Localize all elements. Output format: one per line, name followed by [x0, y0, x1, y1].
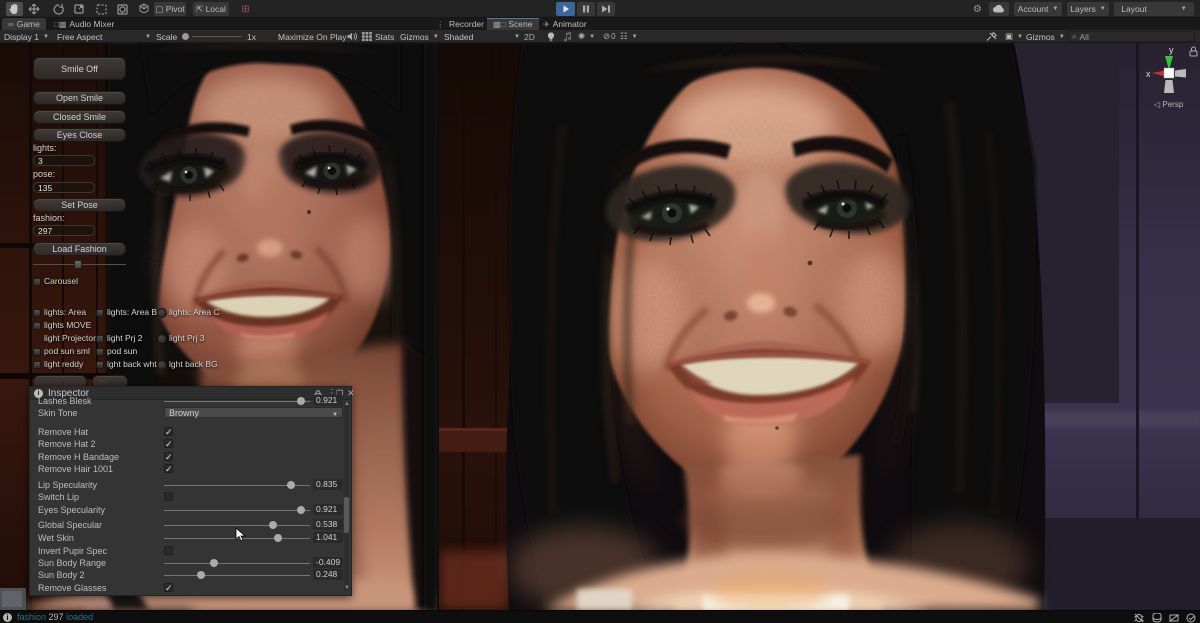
svg-text:y: y — [1169, 45, 1174, 55]
svg-text:◁ Persp: ◁ Persp — [1154, 100, 1184, 109]
svg-text:x: x — [1146, 69, 1151, 79]
